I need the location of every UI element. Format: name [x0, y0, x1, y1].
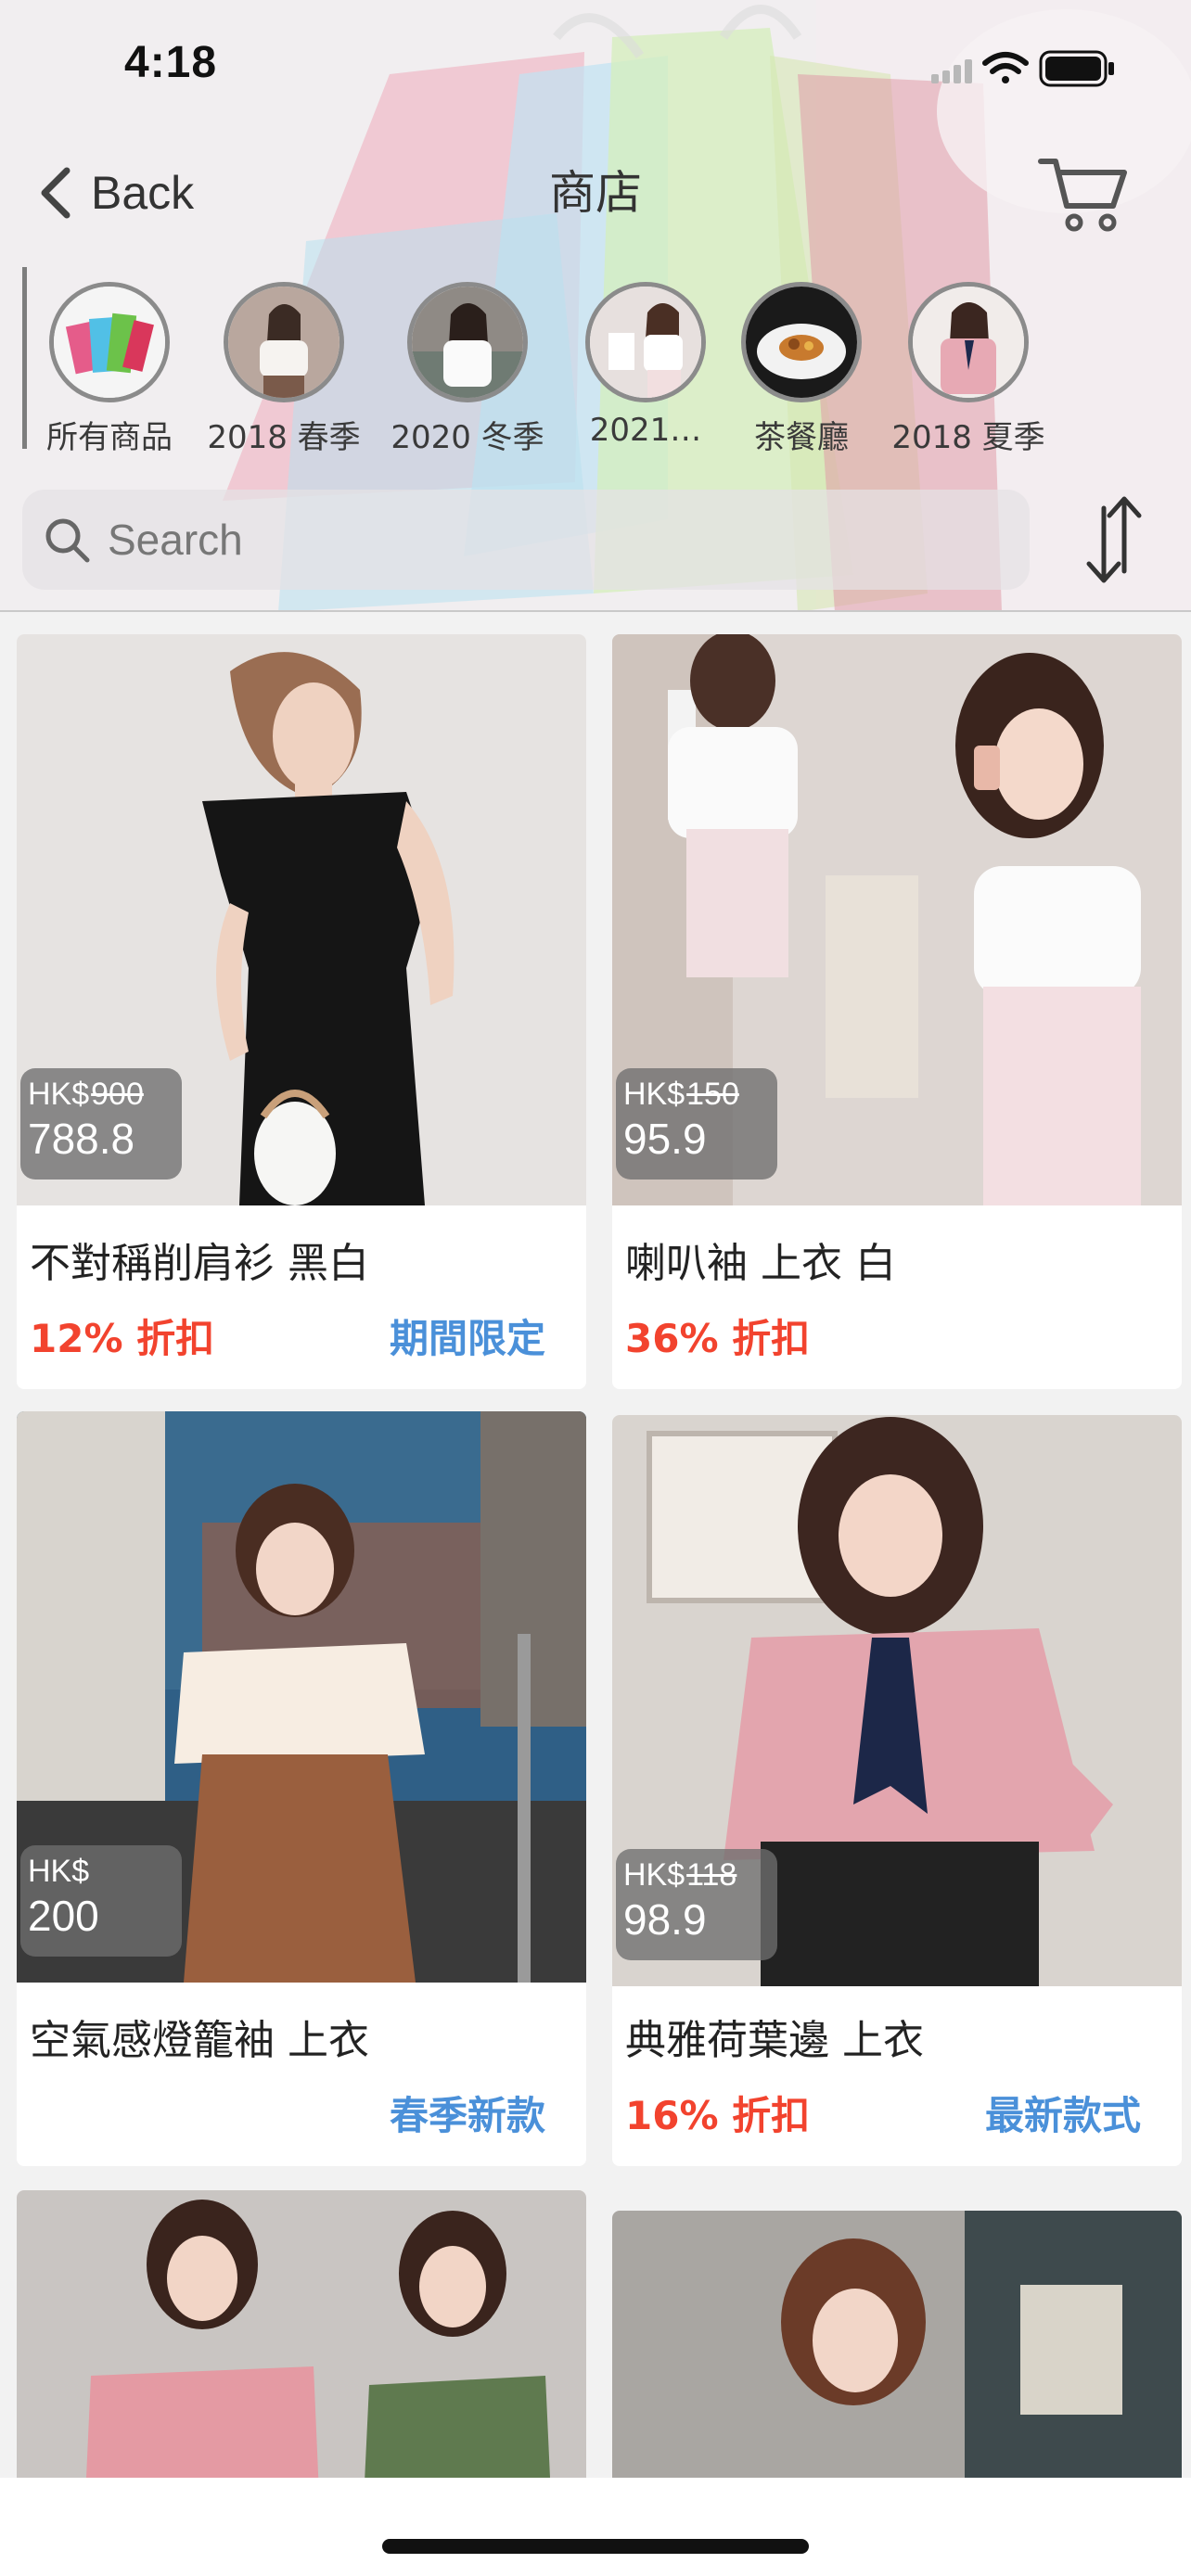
- category-thumbnail: [741, 282, 862, 402]
- product-name: 典雅荷葉邊 上衣: [625, 2017, 924, 2064]
- product-image: HK$ 200: [17, 1411, 586, 1983]
- spring-2018-thumbnail-icon: [228, 287, 339, 398]
- chevron-left-icon: [41, 167, 70, 219]
- product-name: 空氣感燈籠袖 上衣: [30, 2017, 369, 2064]
- home-indicator-area: [0, 2478, 1191, 2576]
- promo-badge: 最新款式: [984, 2093, 1141, 2138]
- signal-icon: [931, 59, 972, 83]
- product-name: 喇叭袖 上衣 白: [625, 1240, 896, 1287]
- category-thumbnail: [49, 282, 170, 402]
- category-thumbnail: [224, 282, 344, 402]
- category-thumbnail: [908, 282, 1029, 402]
- original-price: 118: [686, 1857, 737, 1893]
- cart-icon[interactable]: [1037, 152, 1130, 236]
- wifi-icon: [982, 52, 1029, 83]
- season-2021-thumbnail-icon: [590, 287, 701, 398]
- category-label: 2020 冬季: [391, 419, 544, 456]
- current-price: 98.9: [623, 1895, 707, 1944]
- category-label: 所有商品: [46, 419, 173, 456]
- current-price: 200: [28, 1892, 99, 1940]
- discount-label: 36% 折扣: [625, 1316, 811, 1361]
- search-input[interactable]: [108, 515, 942, 565]
- price-currency: HK$: [28, 1077, 90, 1112]
- search-bar: [22, 490, 1030, 590]
- price-tag: HK$900 788.8: [20, 1068, 182, 1180]
- header-divider: [0, 610, 1191, 612]
- status-time: 4:18: [124, 38, 218, 87]
- product-card[interactable]: HK$900 788.8 不對稱削肩衫 黑白 12% 折扣 期間限定: [17, 634, 586, 1389]
- product-image: HK$900 788.8: [17, 634, 586, 1205]
- battery-icon: [1039, 50, 1114, 87]
- product-image: HK$150 95.9: [612, 634, 1182, 1205]
- promo-badge: 春季新款: [389, 2093, 545, 2138]
- category-bar: 所有商品 2018 春季 2020 冬季 2021… 茶餐廳 2018 夏季: [0, 267, 1191, 456]
- discount-label: 12% 折扣: [30, 1316, 215, 1361]
- price-tag: HK$ 200: [20, 1845, 182, 1957]
- shopping-bags-thumbnail-icon: [54, 287, 165, 398]
- product-card[interactable]: HK$118 98.9 典雅荷葉邊 上衣 16% 折扣 最新款式: [612, 1415, 1182, 2166]
- category-label: 2018 春季: [207, 419, 361, 456]
- back-label: Back: [91, 167, 195, 219]
- price-currency: HK$: [623, 1857, 685, 1893]
- original-price: 900: [91, 1077, 144, 1112]
- price-currency: HK$: [28, 1854, 90, 1889]
- back-button[interactable]: Back: [32, 159, 194, 226]
- winter-2020-thumbnail-icon: [412, 287, 523, 398]
- current-price: 95.9: [623, 1115, 707, 1163]
- status-icons: [931, 50, 1114, 87]
- price-currency: HK$: [623, 1077, 685, 1112]
- home-indicator[interactable]: [382, 2539, 809, 2554]
- food-plate-thumbnail-icon: [746, 287, 857, 398]
- summer-2018-thumbnail-icon: [913, 287, 1024, 398]
- category-spring-2018[interactable]: 2018 春季: [191, 282, 377, 457]
- original-price: 150: [686, 1077, 739, 1112]
- category-cha-chaan-teng[interactable]: 茶餐廳: [709, 282, 894, 457]
- current-price: 788.8: [28, 1115, 135, 1163]
- store-header: 4:18 Back 商店 所有商品 2018 春季 2020 冬季 2021… …: [0, 0, 1191, 612]
- product-card[interactable]: HK$ 200 空氣感燈籠袖 上衣 春季新款: [17, 1411, 586, 2166]
- product-image: HK$118 98.9: [612, 1415, 1182, 1986]
- category-label: 2018 夏季: [891, 419, 1045, 456]
- category-thumbnail: [407, 282, 528, 402]
- category-all-products[interactable]: 所有商品: [17, 282, 202, 457]
- category-winter-2020[interactable]: 2020 冬季: [375, 282, 560, 457]
- product-name: 不對稱削肩衫 黑白: [30, 1240, 369, 1287]
- promo-badge: 期間限定: [389, 1316, 545, 1361]
- sort-icon[interactable]: [1076, 491, 1150, 588]
- product-card[interactable]: HK$150 95.9 喇叭袖 上衣 白 36% 折扣: [612, 634, 1182, 1389]
- price-tag: HK$150 95.9: [616, 1068, 777, 1180]
- category-label: 茶餐廳: [754, 419, 849, 456]
- price-tag: HK$118 98.9: [616, 1849, 777, 1960]
- category-summer-2018[interactable]: 2018 夏季: [876, 282, 1061, 457]
- discount-label: 16% 折扣: [625, 2093, 811, 2138]
- search-icon: [45, 518, 90, 563]
- category-thumbnail: [585, 282, 706, 402]
- page-title: 商店: [549, 166, 642, 220]
